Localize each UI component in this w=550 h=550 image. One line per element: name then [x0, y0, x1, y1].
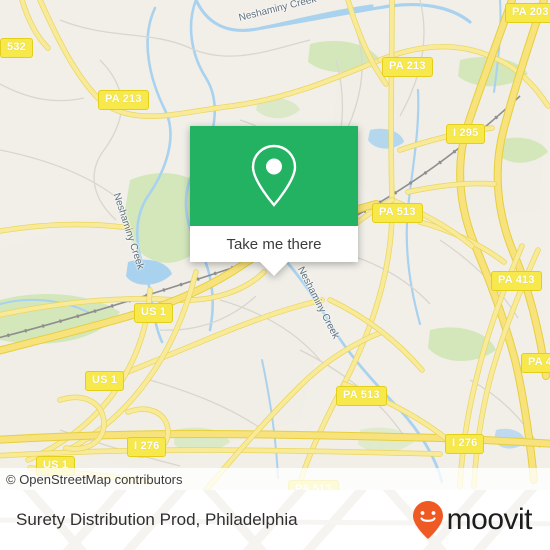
road-shield: US 1: [85, 371, 125, 391]
road-shield: PA 413: [521, 353, 550, 373]
popup-pointer-tail: [260, 262, 288, 276]
popup-header: [190, 126, 358, 226]
map-canvas[interactable]: .road-major-case{stroke:#e6cf3e;stroke-w…: [0, 0, 550, 490]
road-shield: PA 513: [372, 203, 423, 223]
road-shield: PA 413: [491, 271, 542, 291]
map-pin-icon: [251, 144, 297, 207]
footer-bar: Surety Distribution Prod, Philadelphia m…: [0, 490, 550, 550]
road-shield: US 1: [134, 303, 174, 323]
take-me-there-button[interactable]: Take me there: [190, 226, 358, 262]
road-shield: 532: [0, 38, 33, 58]
road-shield: I 276: [445, 434, 485, 454]
osm-attribution-text: © OpenStreetMap contributors: [6, 471, 183, 487]
map-screenshot: .road-major-case{stroke:#e6cf3e;stroke-w…: [0, 0, 550, 550]
moovit-pin-smiley-icon: [412, 501, 443, 539]
take-me-there-label: Take me there: [226, 235, 322, 253]
road-shield: PA 213: [382, 57, 433, 77]
place-title: Surety Distribution Prod, Philadelphia: [16, 510, 298, 529]
osm-attribution[interactable]: © OpenStreetMap contributors: [0, 468, 550, 490]
road-shield: PA 513: [336, 386, 387, 406]
road-shield: PA 213: [98, 90, 149, 110]
location-popup-card[interactable]: Take me there: [190, 126, 358, 276]
road-shield: PA 203: [505, 3, 550, 23]
road-shield: I 295: [446, 124, 486, 144]
road-shield: I 276: [127, 437, 167, 457]
moovit-wordmark: moovit: [446, 503, 533, 536]
moovit-logo[interactable]: moovit: [411, 500, 533, 540]
